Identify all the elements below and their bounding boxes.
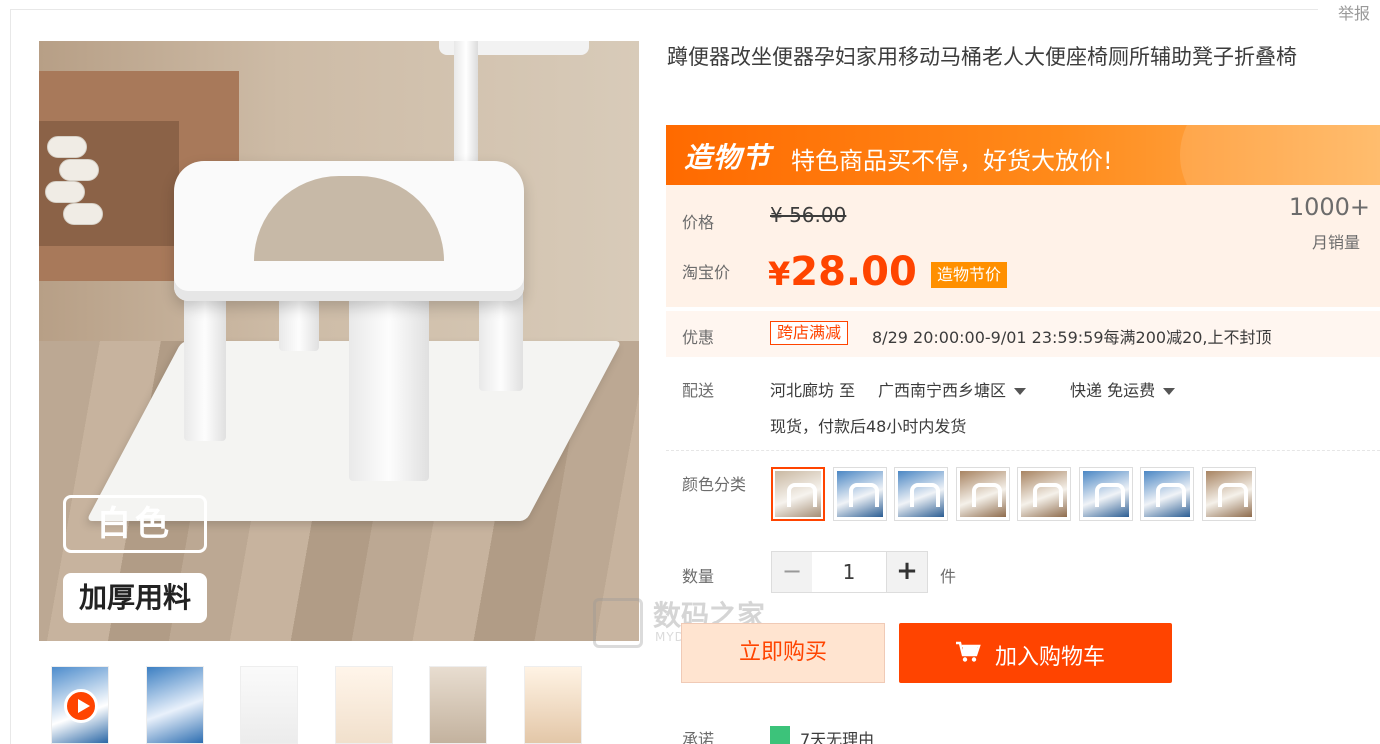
price-amount: 28.00 [790, 249, 917, 295]
delivery-origin: 河北廊坊 至 [770, 381, 856, 400]
swatch-image [775, 471, 821, 517]
taobao-price-label: 淘宝价 [682, 263, 731, 282]
promo-logo: 造物节 [684, 141, 772, 174]
color-swatch[interactable] [833, 467, 887, 521]
service-label: 承诺 [682, 730, 715, 744]
discount-row: 优惠 跨店满减 8/29 20:00:00-9/01 23:59:59每满200… [666, 311, 1380, 357]
taobao-price: ¥28.00 [768, 249, 917, 295]
thumbnail-scene[interactable] [524, 666, 582, 744]
divider [666, 450, 1380, 451]
thumbnail-white[interactable] [240, 666, 298, 744]
chevron-down-icon [1014, 388, 1027, 395]
cart-icon [956, 641, 981, 662]
color-swatch[interactable] [956, 467, 1010, 521]
swatch-image [960, 471, 1006, 517]
swatch-image [1144, 471, 1190, 517]
add-to-cart-button[interactable]: 加入购物车 [899, 623, 1172, 683]
color-swatch[interactable] [1140, 467, 1194, 521]
festival-price-tag: 造物节价 [931, 262, 1008, 288]
price-box: 价格 ¥ 56.00 淘宝价 ¥28.00 造物节价 1000+ 月销量 [666, 185, 1380, 307]
play-icon[interactable] [64, 689, 98, 723]
color-swatch[interactable] [1079, 467, 1133, 521]
swatch-image [1206, 471, 1252, 517]
product-page: 举报 白色 加厚用料 蹲便器改坐便器孕妇家用移动马桶老人大便座椅厕所辅助凳子折叠… [0, 0, 1380, 744]
swatch-image [1083, 471, 1129, 517]
quantity-increase-button[interactable]: + [886, 551, 928, 593]
main-product-image[interactable]: 白色 加厚用料 [39, 41, 639, 641]
towel-shape [63, 203, 103, 225]
discount-label: 优惠 [682, 328, 715, 347]
report-link[interactable]: 举报 [1338, 0, 1370, 24]
delivery-destination-text: 广西南宁西乡塘区 [878, 381, 1007, 400]
quantity-label: 数量 [682, 567, 715, 586]
top-border [10, 9, 1318, 10]
price-label: 价格 [682, 213, 715, 232]
monthly-sales-label: 月销量 [1311, 233, 1360, 252]
shipping-select[interactable]: 快递 免运费 [1070, 377, 1176, 401]
towel-shape [45, 181, 85, 203]
left-border [10, 9, 11, 744]
shipping-text: 快递 免运费 [1070, 381, 1156, 400]
promo-banner[interactable]: 造物节 特色商品买不停，好货大放价! [666, 125, 1380, 185]
thumbnail-blue[interactable] [146, 666, 204, 744]
delivery-label: 配送 [682, 381, 715, 400]
quantity-decrease-button[interactable]: − [771, 551, 813, 593]
color-swatch[interactable] [1017, 467, 1071, 521]
material-tag: 加厚用料 [63, 573, 207, 623]
swatch-image [1021, 471, 1067, 517]
promo-slogan: 特色商品买不停，好货大放价! [791, 147, 1113, 175]
service-text: 7天无理由 [800, 730, 875, 744]
towel-shape [47, 136, 87, 158]
watermark-logo-icon [593, 598, 643, 648]
color-swatch[interactable] [1202, 467, 1256, 521]
quantity-input[interactable] [812, 551, 886, 593]
color-label: 颜色分类 [682, 475, 747, 494]
monthly-sales-count: 1000+ [1288, 193, 1370, 221]
swatch-image [837, 471, 883, 517]
service-badge-icon [770, 726, 790, 744]
chevron-down-icon [1163, 388, 1176, 395]
towel-shape [59, 159, 99, 181]
quantity-unit: 件 [940, 567, 957, 586]
add-to-cart-label: 加入购物车 [995, 645, 1106, 670]
thumbnail-steps[interactable] [335, 666, 393, 744]
currency-symbol: ¥ [768, 255, 791, 293]
color-swatch[interactable] [771, 467, 825, 521]
stock-note: 现货，付款后48小时内发货 [770, 417, 967, 436]
delivery-destination-select[interactable]: 广西南宁西乡塘区 [878, 377, 1027, 401]
cross-store-discount-tag[interactable]: 跨店满减 [770, 321, 849, 345]
thumbnail-folded[interactable] [429, 666, 487, 744]
buy-now-button[interactable]: 立即购买 [681, 623, 885, 683]
thumbnail-strip [51, 666, 641, 744]
product-title: 蹲便器改坐便器孕妇家用移动马桶老人大便座椅厕所辅助凳子折叠椅 [667, 45, 1297, 69]
color-swatch[interactable] [894, 467, 948, 521]
original-price: ¥ 56.00 [770, 203, 847, 227]
swatch-image [898, 471, 944, 517]
color-tag: 白色 [63, 495, 207, 553]
stool-leg [349, 291, 429, 481]
discount-text: 8/29 20:00:00-9/01 23:59:59每满200减20,上不封顶 [872, 328, 1272, 347]
thumbnail-video[interactable] [51, 666, 109, 744]
